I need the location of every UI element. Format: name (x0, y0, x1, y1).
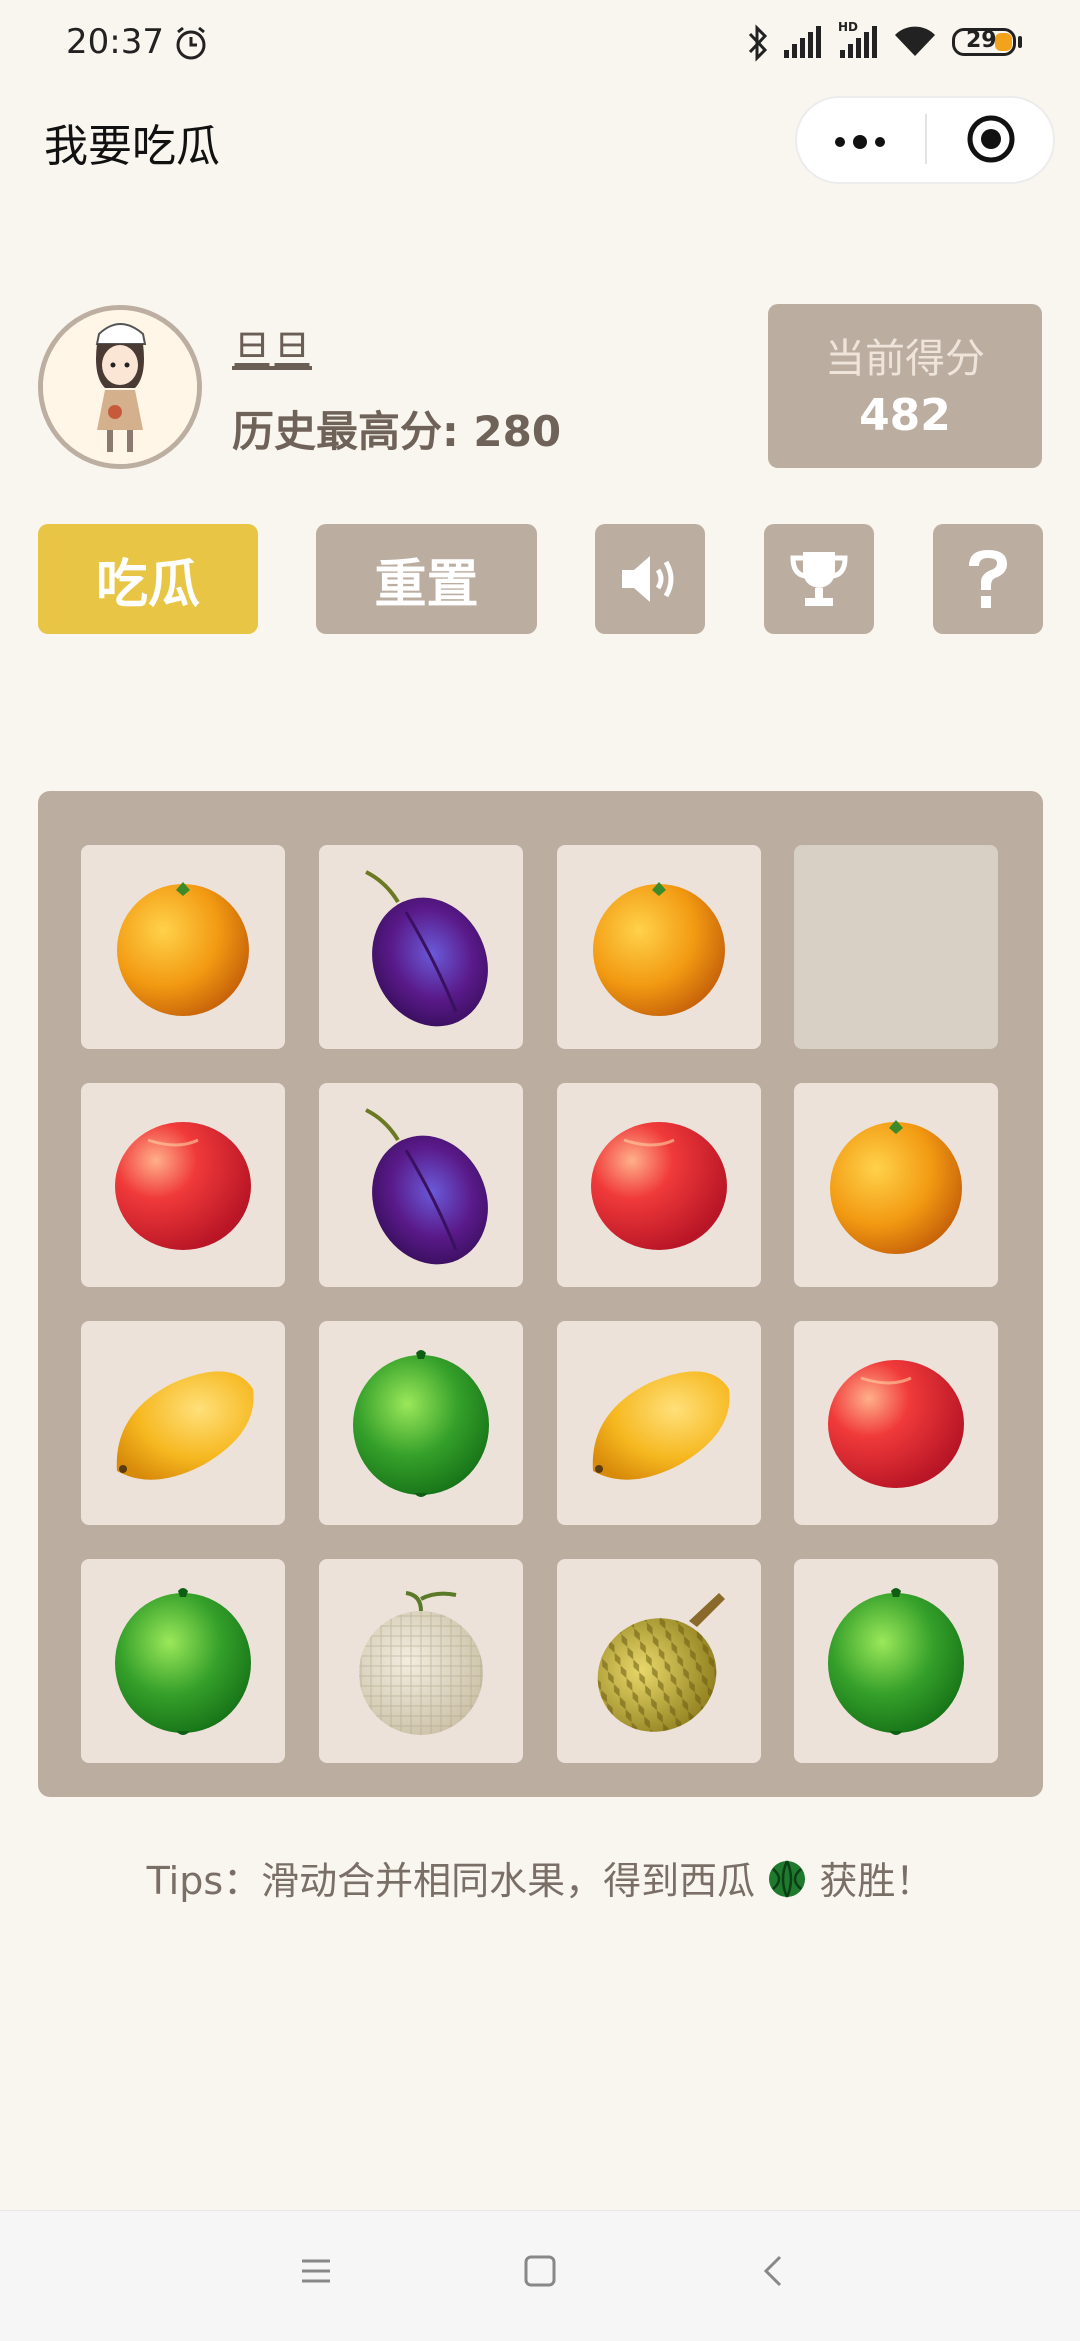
tile-orange (557, 845, 761, 1049)
battery-tip (1018, 36, 1022, 48)
question-icon (969, 550, 1007, 608)
wifi-icon (893, 26, 937, 62)
watermelon-icon (767, 1859, 807, 1908)
best-score: 历史最高分: 280 (232, 398, 561, 459)
tips-text: Tips：滑动合并相同水果，得到西瓜 获胜！ (0, 1850, 1080, 1908)
mango-icon (81, 1321, 285, 1525)
back-icon[interactable] (756, 2253, 792, 2293)
avatar (38, 305, 202, 469)
signal-hd-icon (838, 26, 882, 62)
plum-icon (319, 845, 523, 1049)
speaker-icon (622, 556, 674, 602)
tile-peach (557, 1083, 761, 1287)
lime-icon (81, 1559, 285, 1763)
orange-icon (557, 845, 761, 1049)
tile-lime (81, 1559, 285, 1763)
bluetooth-icon (745, 24, 771, 66)
tile-mango (557, 1321, 761, 1525)
lime-icon (794, 1559, 998, 1763)
peach-icon (557, 1083, 761, 1287)
app-title: 我要吃瓜 (44, 121, 220, 172)
current-score-label: 当前得分 (825, 336, 985, 382)
tips-text-after: 获胜！ (819, 1859, 934, 1903)
orange-icon (81, 845, 285, 1049)
tile-orange (81, 845, 285, 1049)
close-mini-program-icon[interactable] (966, 114, 1016, 168)
battery-level (995, 33, 1012, 51)
tile-plum (319, 1083, 523, 1287)
eat-button[interactable]: 吃瓜 (38, 524, 258, 634)
tile-cantaloupe (319, 1559, 523, 1763)
status-time: 20:37 (66, 22, 164, 62)
help-button[interactable] (933, 524, 1043, 634)
empty-tile (794, 845, 998, 1049)
best-score-value: 280 (473, 407, 562, 456)
trophy-button[interactable] (764, 524, 874, 634)
tile-peach (81, 1083, 285, 1287)
current-score-value: 482 (859, 390, 951, 441)
more-icon[interactable] (832, 134, 888, 153)
cantaloupe-icon (319, 1559, 523, 1763)
peach-icon (81, 1083, 285, 1287)
trophy-icon (790, 552, 848, 606)
alarm-icon (172, 24, 210, 66)
tile-durian (557, 1559, 761, 1763)
battery-percent: 29 (966, 28, 997, 53)
orange-icon (794, 1083, 998, 1287)
tile-orange (794, 1083, 998, 1287)
home-icon[interactable] (522, 2253, 558, 2293)
mango-icon (557, 1321, 761, 1525)
username[interactable]: 旦旦 (232, 318, 312, 376)
best-score-label: 历史最高分: (232, 407, 474, 456)
durian-icon (557, 1559, 761, 1763)
plum-icon (319, 1083, 523, 1287)
reset-button[interactable]: 重置 (316, 524, 537, 634)
menu-icon[interactable] (298, 2253, 334, 2293)
tile-plum (319, 845, 523, 1049)
peach-icon (794, 1321, 998, 1525)
capsule-divider (925, 114, 927, 164)
tile-mango (81, 1321, 285, 1525)
lime-icon (319, 1321, 523, 1525)
signal-icon (782, 26, 826, 62)
tile-lime (319, 1321, 523, 1525)
sound-button[interactable] (595, 524, 705, 634)
tile-peach (794, 1321, 998, 1525)
tips-text-before: Tips：滑动合并相同水果，得到西瓜 (146, 1859, 756, 1903)
tile-lime (794, 1559, 998, 1763)
